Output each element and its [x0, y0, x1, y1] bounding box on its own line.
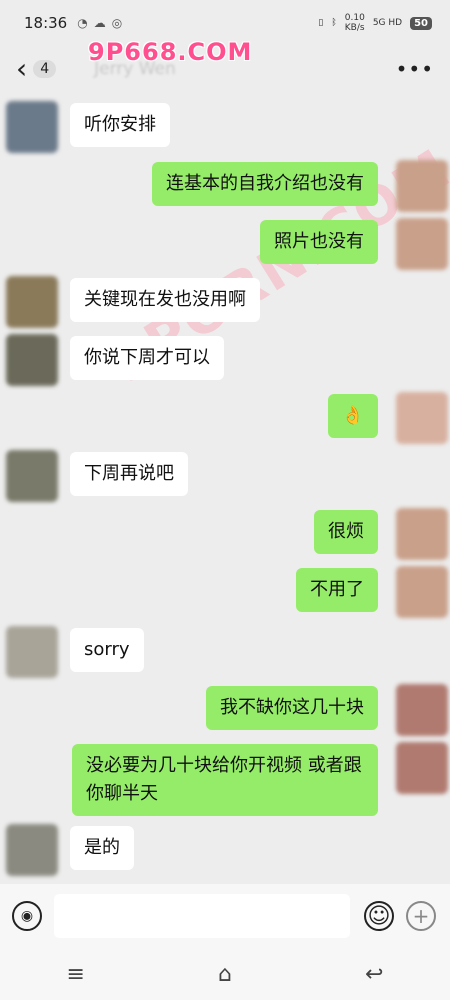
input-bar: ◉ ☺ +	[0, 884, 450, 948]
back-nav-icon[interactable]: ↩	[365, 962, 383, 987]
chat-title: Jerry Wen	[94, 59, 176, 79]
message-list[interactable]: 9PORN.COM 听你安排 连基本的自我介绍也没有 照片也没有 关键现在发也没用啊你…	[0, 92, 450, 884]
notification-icon: ◔	[77, 16, 88, 30]
avatar[interactable]	[396, 392, 448, 444]
outgoing-message[interactable]: 👌	[327, 394, 378, 438]
avatar[interactable]	[6, 626, 58, 678]
net-speed-value: 0.10	[344, 13, 365, 23]
system-nav-bar: ≡ ⌂ ↩	[0, 948, 450, 1000]
outgoing-message[interactable]: 照片也没有	[260, 220, 378, 264]
voice-icon[interactable]: ◉	[12, 901, 42, 931]
outgoing-message[interactable]: 没必要为几十块给你开视频 或者跟你聊半天	[72, 744, 378, 816]
plus-icon[interactable]: +	[406, 901, 436, 931]
outgoing-message[interactable]: 连基本的自我介绍也没有	[152, 162, 378, 206]
avatar[interactable]	[6, 334, 58, 386]
avatar[interactable]	[396, 218, 448, 270]
incoming-message[interactable]: 下周再说吧	[70, 452, 188, 496]
battery-level: 50	[410, 16, 432, 30]
outgoing-message[interactable]: 很烦	[314, 510, 378, 554]
outgoing-message[interactable]: 我不缺你这几十块	[206, 686, 378, 730]
avatar[interactable]	[396, 684, 448, 736]
chat-nav-bar: ‹ 4 Jerry Wen •••	[0, 46, 450, 92]
bluetooth-icon: ᛒ	[331, 18, 337, 28]
avatar[interactable]	[6, 450, 58, 502]
net-speed: 0.10 KB/s	[345, 13, 365, 33]
cloud-icon: ☁	[93, 16, 106, 30]
outgoing-message[interactable]: 不用了	[296, 568, 378, 612]
incoming-message[interactable]: 是的	[70, 826, 134, 870]
net-speed-unit: KB/s	[344, 23, 365, 33]
incoming-message[interactable]: 听你安排	[70, 103, 170, 147]
avatar[interactable]	[6, 101, 58, 153]
emoji-icon[interactable]: ☺	[364, 901, 394, 931]
avatar[interactable]	[396, 566, 448, 618]
incoming-message[interactable]: 关键现在发也没用啊	[70, 278, 260, 322]
incoming-message[interactable]: sorry	[70, 628, 144, 672]
avatar[interactable]	[6, 824, 58, 876]
unread-count-badge[interactable]: 4	[33, 60, 57, 78]
home-icon[interactable]: ⌂	[218, 962, 232, 987]
message-input[interactable]	[54, 894, 350, 938]
avatar[interactable]	[6, 276, 58, 328]
incoming-message[interactable]: 你说下周才可以	[70, 336, 224, 380]
avatar[interactable]	[396, 160, 448, 212]
status-time: 18:36	[24, 14, 68, 32]
avatar[interactable]	[396, 508, 448, 560]
app-notify-icon: ◎	[111, 16, 123, 30]
more-dots-icon[interactable]: •••	[396, 57, 434, 81]
chevron-left-icon[interactable]: ‹	[16, 55, 27, 83]
vibrate-icon: ▯	[318, 18, 324, 28]
avatar[interactable]	[396, 742, 448, 794]
signal-indicator: 5G HD	[372, 18, 403, 28]
menu-icon[interactable]: ≡	[67, 962, 85, 987]
